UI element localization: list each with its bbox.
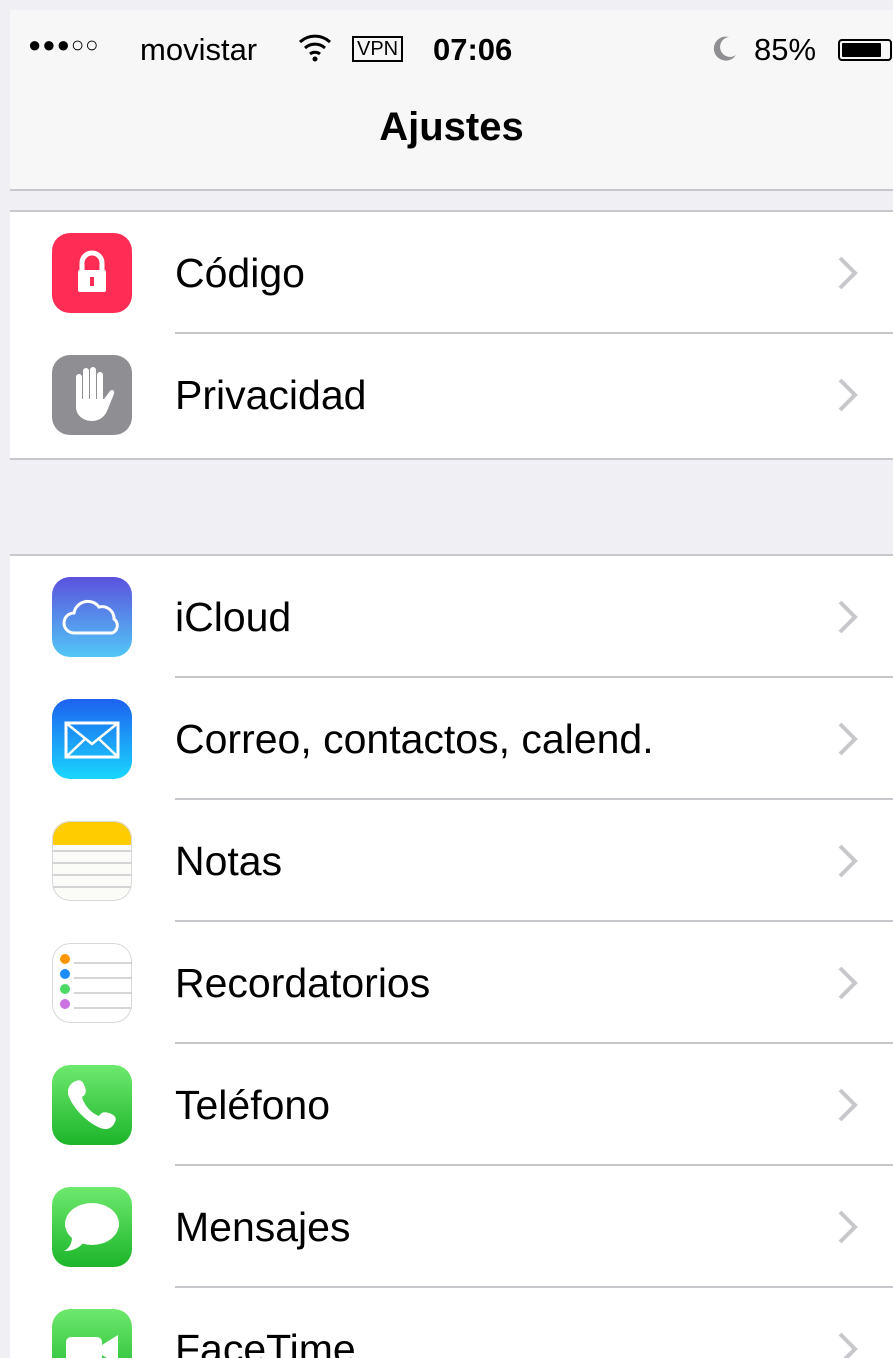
settings-row-correo[interactable]: Correo, contactos, calend. [10,678,893,800]
settings-row-label: Privacidad [175,372,367,418]
chevron-right-icon [838,1332,858,1358]
settings-row-label: Notas [175,838,283,884]
settings-row-recordatorios[interactable]: Recordatorios [10,922,893,1044]
top-bar: ●●●○○ movistar VPN 07:06 85% Ajustes [10,10,893,191]
reminders-icon [52,943,132,1023]
chevron-right-icon [838,600,858,634]
settings-row-label: Teléfono [175,1082,331,1128]
mail-icon [52,699,132,779]
battery-icon [838,39,892,61]
messages-icon [52,1187,132,1267]
chevron-right-icon [838,378,858,412]
moon-icon [711,34,739,62]
page-title: Ajustes [379,105,524,149]
status-bar: ●●●○○ movistar VPN 07:06 85% [28,22,893,78]
settings-screen: ●●●○○ movistar VPN 07:06 85% Ajustes Cód… [0,0,893,1358]
settings-row-telefono[interactable]: Teléfono [10,1044,893,1166]
settings-row-facetime[interactable]: FaceTime [10,1288,893,1358]
settings-group-security: Código Privacidad [10,210,893,460]
settings-row-label: FaceTime [175,1326,356,1358]
settings-row-mensajes[interactable]: Mensajes [10,1166,893,1288]
battery-percentage: 85% [754,32,817,67]
settings-row-privacidad[interactable]: Privacidad [10,334,893,456]
vpn-badge: VPN [352,36,404,62]
cloud-icon [52,577,132,657]
settings-group-apps: iCloud Correo, contactos, calend. Notas … [10,554,893,1358]
chevron-right-icon [838,1088,858,1122]
settings-row-label: Código [175,250,305,296]
chevron-right-icon [838,1210,858,1244]
settings-row-icloud[interactable]: iCloud [10,556,893,678]
settings-row-label: Mensajes [175,1204,351,1250]
chevron-right-icon [838,966,858,1000]
wifi-icon [298,32,332,62]
chevron-right-icon [838,256,858,290]
settings-row-label: Recordatorios [175,960,431,1006]
battery-fill [842,43,881,57]
lock-icon [52,233,132,313]
settings-row-label: Correo, contactos, calend. [175,716,654,762]
settings-row-label: iCloud [175,594,292,640]
carrier-name: movistar [140,32,258,67]
settings-row-codigo[interactable]: Código [10,212,893,334]
clock: 07:06 [433,32,513,67]
facetime-icon [52,1309,132,1358]
phone-icon [52,1065,132,1145]
notes-icon [52,821,132,901]
chevron-right-icon [838,844,858,878]
signal-strength: ●●●○○ [28,32,100,57]
chevron-right-icon [838,722,858,756]
settings-row-notas[interactable]: Notas [10,800,893,922]
hand-icon [52,355,132,435]
